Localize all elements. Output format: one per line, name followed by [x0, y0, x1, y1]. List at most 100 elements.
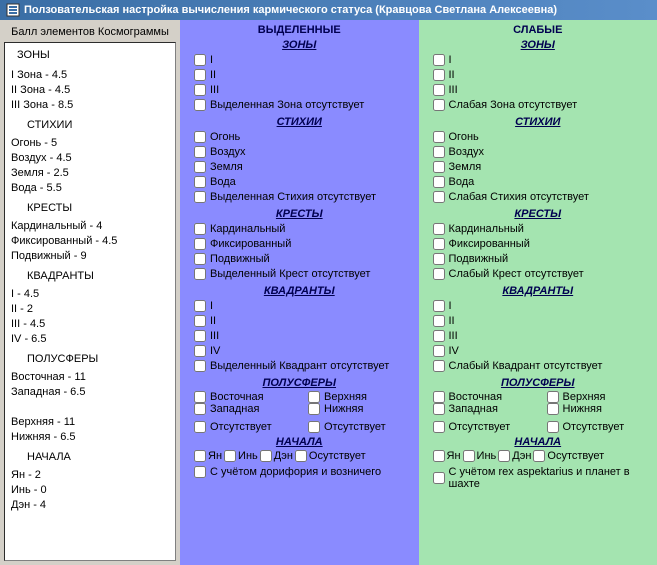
cross-0-checkbox[interactable] [433, 223, 445, 235]
hemi-abs1-checkbox[interactable] [194, 421, 206, 433]
list-item[interactable]: II - 2 [11, 302, 169, 316]
zone-2-checkbox[interactable] [194, 84, 206, 96]
hemi-bot-checkbox[interactable] [547, 403, 559, 415]
zone-2-checkbox[interactable] [433, 84, 445, 96]
hemi-abs1-label: Отсутствует [449, 421, 511, 433]
zone-absent-checkbox[interactable] [194, 99, 206, 111]
zone-absent-checkbox[interactable] [433, 99, 445, 111]
list-item[interactable]: Вода - 5.5 [11, 181, 169, 195]
zone-1-checkbox[interactable] [194, 69, 206, 81]
list-item[interactable]: Инь - 0 [11, 483, 169, 497]
cross-2-checkbox[interactable] [194, 253, 206, 265]
cross-0-checkbox[interactable] [194, 223, 206, 235]
list-item[interactable]: I Зона - 4.5 [11, 68, 169, 82]
begin-abs-checkbox[interactable] [295, 450, 307, 462]
quadrant-3-checkbox[interactable] [194, 345, 206, 357]
quadrant-2-checkbox[interactable] [194, 330, 206, 342]
element-absent-checkbox[interactable] [194, 191, 206, 203]
cross-absent-checkbox[interactable] [194, 268, 206, 280]
begin-den-checkbox[interactable] [260, 450, 272, 462]
list-item[interactable]: Земля - 2.5 [11, 166, 169, 180]
hemi-west-checkbox[interactable] [433, 403, 445, 415]
bottom-option-label: С учётом rex aspektarius и планет в шахт… [449, 466, 650, 490]
hemi-west-checkbox[interactable] [194, 403, 206, 415]
hemi-east-checkbox[interactable] [433, 391, 445, 403]
list-item[interactable]: Кардинальный - 4 [11, 219, 169, 233]
hemi-abs1-checkbox[interactable] [433, 421, 445, 433]
cross-absent-label: Выделенный Крест отсутствует [210, 267, 370, 281]
begin-den-checkbox[interactable] [498, 450, 510, 462]
element-absent-label: Слабая Стихия отсутствует [449, 190, 589, 204]
zone-0-label: I [449, 53, 452, 67]
cross-1-label: Фиксированный [210, 237, 291, 251]
cross-1-checkbox[interactable] [433, 238, 445, 250]
list-item[interactable]: II Зона - 4.5 [11, 83, 169, 97]
hemi-bot-checkbox[interactable] [308, 403, 320, 415]
zone-0-checkbox[interactable] [433, 54, 445, 66]
list-item[interactable]: Восточная - 11 [11, 370, 169, 384]
list-item[interactable]: Подвижный - 9 [11, 249, 169, 263]
begin-abs-checkbox[interactable] [533, 450, 545, 462]
zone-0-checkbox[interactable] [194, 54, 206, 66]
zone-1-checkbox[interactable] [433, 69, 445, 81]
zone-absent-label: Выделенная Зона отсутствует [210, 98, 364, 112]
quadrant-2-checkbox[interactable] [433, 330, 445, 342]
hemi-abs1-label: Отсутствует [210, 421, 272, 433]
list-item[interactable]: III Зона - 8.5 [11, 98, 169, 112]
list-item[interactable]: Огонь - 5 [11, 136, 169, 150]
element-2-checkbox[interactable] [194, 161, 206, 173]
element-1-checkbox[interactable] [194, 146, 206, 158]
hemi-abs2-checkbox[interactable] [308, 421, 320, 433]
list-item[interactable]: I - 4.5 [11, 287, 169, 301]
list-item[interactable]: III - 4.5 [11, 317, 169, 331]
element-3-checkbox[interactable] [433, 176, 445, 188]
bottom-option-checkbox[interactable] [433, 472, 445, 484]
bottom-option-label: С учётом дорифория и возничего [210, 466, 381, 478]
cross-1-checkbox[interactable] [194, 238, 206, 250]
begin-yan-checkbox[interactable] [194, 450, 206, 462]
bottom-option-checkbox[interactable] [194, 466, 206, 478]
cosmogram-listbox[interactable]: ЗОНЫ I Зона - 4.5II Зона - 4.5III Зона -… [4, 42, 176, 561]
element-0-checkbox[interactable] [433, 131, 445, 143]
list-item[interactable]: Воздух - 4.5 [11, 151, 169, 165]
hemi-abs2-label: Отсутствует [324, 421, 386, 433]
element-3-checkbox[interactable] [194, 176, 206, 188]
list-item[interactable]: Западная - 6.5 [11, 385, 169, 399]
elements-header: СТИХИИ [188, 116, 411, 128]
element-0-label: Огонь [210, 130, 240, 144]
element-1-checkbox[interactable] [433, 146, 445, 158]
hemi-top-checkbox[interactable] [308, 391, 320, 403]
quadrant-1-checkbox[interactable] [433, 315, 445, 327]
element-1-label: Воздух [449, 145, 485, 159]
hemi-abs2-checkbox[interactable] [547, 421, 559, 433]
list-item[interactable]: Ян - 2 [11, 468, 169, 482]
element-0-checkbox[interactable] [194, 131, 206, 143]
list-group-header: СТИХИИ [27, 118, 169, 132]
begin-yan-checkbox[interactable] [433, 450, 445, 462]
element-absent-checkbox[interactable] [433, 191, 445, 203]
quadrant-absent-checkbox[interactable] [433, 360, 445, 372]
hemi-top-checkbox[interactable] [547, 391, 559, 403]
cross-2-checkbox[interactable] [433, 253, 445, 265]
hemi-east-label: Восточная [210, 391, 264, 403]
list-item[interactable]: IV - 6.5 [11, 332, 169, 346]
list-item[interactable] [11, 400, 169, 414]
cross-absent-checkbox[interactable] [433, 268, 445, 280]
quadrant-1-checkbox[interactable] [194, 315, 206, 327]
begin-in-checkbox[interactable] [224, 450, 236, 462]
element-2-checkbox[interactable] [433, 161, 445, 173]
quadrant-0-checkbox[interactable] [433, 300, 445, 312]
quadrant-3-checkbox[interactable] [433, 345, 445, 357]
crosses-header: КРЕСТЫ [427, 208, 650, 220]
begin-in-checkbox[interactable] [463, 450, 475, 462]
hemi-west-label: Западная [210, 403, 259, 415]
quadrant-0-checkbox[interactable] [194, 300, 206, 312]
list-item[interactable]: Верхняя - 11 [11, 415, 169, 429]
element-3-label: Вода [449, 175, 475, 189]
quadrant-absent-checkbox[interactable] [194, 360, 206, 372]
list-item[interactable]: Фиксированный - 4.5 [11, 234, 169, 248]
list-item[interactable]: Дэн - 4 [11, 498, 169, 512]
list-item[interactable]: Нижняя - 6.5 [11, 430, 169, 444]
element-3-label: Вода [210, 175, 236, 189]
hemi-east-checkbox[interactable] [194, 391, 206, 403]
